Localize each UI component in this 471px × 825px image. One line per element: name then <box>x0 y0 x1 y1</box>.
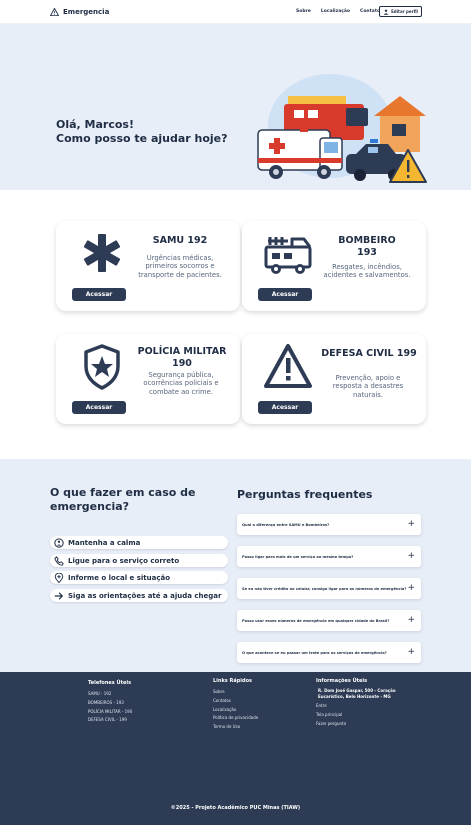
footer-info-title: Informações Úteis <box>316 678 368 684</box>
nav-sobre[interactable]: Sobre <box>296 7 311 17</box>
footer-link[interactable]: Localização <box>213 706 258 715</box>
what-to-do-title: O que fazer em caso de emergencia? <box>50 486 196 513</box>
hero-section: Olá, Marcos! Como posso te ajudar hoje? <box>0 24 471 190</box>
service-desc: Resgates, incêndios, acidentes e salvame… <box>323 263 411 280</box>
step-label: Informe o local e situação <box>68 573 171 582</box>
plus-icon: + <box>407 647 415 657</box>
edit-profile-label: Editar perfil <box>391 9 418 14</box>
plus-icon: + <box>407 551 415 561</box>
step-item: Mantenha a calma <box>50 536 228 549</box>
hero-greeting: Olá, Marcos! Como posso te ajudar hoje? <box>56 118 246 146</box>
footer-link[interactable]: Contatos <box>213 697 258 706</box>
step-label: Siga as orientações até a ajuda chegar <box>68 591 222 600</box>
warning-triangle-icon <box>264 344 312 388</box>
emergency-vehicles-illustration <box>257 74 427 183</box>
brand-name: Emergencia <box>63 7 110 16</box>
service-card-policia: POLÍCIA MILITAR 190 Segurança pública, o… <box>56 334 240 424</box>
faq-question: Se eu não tiver crédito no celular, cons… <box>242 586 407 591</box>
service-desc: Prevenção, apoio e resposta a desastres … <box>332 374 404 399</box>
service-title: BOMBEIRO 193 <box>338 235 396 258</box>
top-header: Emergencia Sobre Localização Contatos Ed… <box>0 0 471 24</box>
fire-truck-icon <box>264 237 312 274</box>
footer-phones: Telefones Úteis SAMU - 192 BOMBEIROS - 1… <box>88 680 132 725</box>
faq-title: Perguntas frequentes <box>237 488 373 501</box>
footer-links: Links Rápidos Sobre Contatos Localização… <box>213 678 258 732</box>
phone-icon <box>54 555 64 566</box>
faq-item[interactable]: O que acontece se eu passar um trote par… <box>237 642 421 663</box>
greeting-line-1: Olá, Marcos! <box>56 118 134 131</box>
faq-item[interactable]: Se eu não tiver crédito no celular, cons… <box>237 578 421 599</box>
info-section: O que fazer em caso de emergencia? Mante… <box>0 459 471 672</box>
access-button-defesa-civil[interactable]: Acessar <box>258 401 312 414</box>
service-card-defesa-civil: DEFESA CIVIL 199 Prevenção, apoio e resp… <box>242 334 426 424</box>
warning-icon <box>50 7 59 16</box>
plus-icon: + <box>407 583 415 593</box>
faq-item[interactable]: Posso ligar para mais de um serviço ao m… <box>237 546 421 567</box>
faq-question: O que acontece se eu passar um trote par… <box>242 650 387 655</box>
footer-info-link[interactable]: Entre <box>316 702 416 711</box>
faq-item[interactable]: Posso usar esses números de emergência e… <box>237 610 421 631</box>
location-pin-icon <box>54 572 64 583</box>
step-item: Ligue para o serviço correto <box>50 554 228 567</box>
step-label: Mantenha a calma <box>68 538 141 547</box>
footer-links-title: Links Rápidos <box>213 678 253 684</box>
step-label: Ligue para o serviço correto <box>68 556 180 565</box>
faq-question: Posso ligar para mais de um serviço ao m… <box>242 554 354 559</box>
person-calm-icon <box>54 537 64 548</box>
service-card-samu: SAMU 192 Urgências médicas, primeiros so… <box>56 221 240 311</box>
step-item: Siga as orientações até a ajuda chegar <box>50 589 228 602</box>
arrow-right-icon <box>54 592 63 599</box>
copyright: ©2025 - Projeto Acadêmico PUC Minas (TIA… <box>170 805 301 811</box>
access-button-samu[interactable]: Acessar <box>72 288 126 301</box>
footer-link[interactable]: Sobre <box>213 688 258 697</box>
plus-icon: + <box>407 615 415 625</box>
footer-phone-item: BOMBEIROS - 193 <box>88 699 124 705</box>
footer-address: R. Dom José Gaspar, 500 - Coração Eucarí… <box>318 688 396 699</box>
step-item: Informe o local e situação <box>50 571 228 584</box>
service-desc: Segurança pública, ocorrências policiais… <box>143 371 219 396</box>
faq-question: Posso usar esses números de emergência e… <box>242 618 390 623</box>
footer-info-link[interactable]: Tela principal <box>316 711 416 720</box>
footer-phone-item: POLÍCIA MILITAR - 190 <box>88 708 133 714</box>
access-button-policia[interactable]: Acessar <box>72 401 126 414</box>
service-title: POLÍCIA MILITAR 190 <box>137 346 227 369</box>
user-icon <box>383 9 389 15</box>
access-button-bombeiro[interactable]: Acessar <box>258 288 312 301</box>
faq-question: Qual a diferença entre SAMU e Bombeiros? <box>242 522 330 527</box>
edit-profile-button[interactable]: Editar perfil <box>379 6 422 17</box>
main-nav: Sobre Localização Contatos <box>296 7 383 17</box>
page: Emergencia Sobre Localização Contatos Ed… <box>0 0 471 825</box>
footer-phones-title: Telefones Úteis <box>88 680 132 686</box>
brand[interactable]: Emergencia <box>50 7 110 16</box>
footer-link[interactable]: Política de privacidade <box>213 714 258 723</box>
footer-phone-item: SAMU - 192 <box>88 691 112 696</box>
greeting-line-2: Como posso te ajudar hoje? <box>56 132 228 145</box>
police-badge-icon <box>84 344 120 390</box>
service-desc: Urgências médicas, primeiros socorros e … <box>138 254 222 279</box>
footer-info: Informações Úteis R. Dom José Gaspar, 50… <box>316 678 416 728</box>
footer-link[interactable]: Termo de Uso <box>213 723 258 732</box>
medical-star-icon <box>83 234 121 272</box>
footer: Telefones Úteis SAMU - 192 BOMBEIROS - 1… <box>0 672 471 825</box>
service-title: SAMU 192 <box>152 235 208 246</box>
service-card-bombeiro: BOMBEIRO 193 Resgates, incêndios, aciden… <box>242 221 426 311</box>
service-title: DEFESA CIVIL 199 <box>321 348 417 359</box>
footer-phone-item: DEFESA CIVIL - 199 <box>88 717 127 723</box>
nav-localizacao[interactable]: Localização <box>321 7 350 17</box>
faq-item[interactable]: Qual a diferença entre SAMU e Bombeiros?… <box>237 514 421 535</box>
footer-info-link[interactable]: Fazer pergunta <box>316 720 416 729</box>
plus-icon: + <box>407 519 415 529</box>
